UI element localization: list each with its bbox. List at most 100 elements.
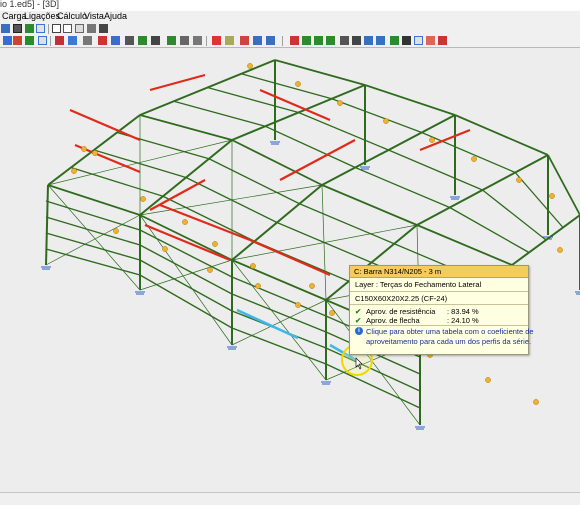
tool-24-icon[interactable] (326, 36, 335, 45)
structure-icon[interactable] (13, 24, 22, 33)
tool-9-icon[interactable] (111, 36, 120, 45)
table-icon[interactable] (75, 24, 84, 33)
tool-6-icon[interactable] (68, 36, 77, 45)
node-marker[interactable] (81, 146, 87, 152)
structure-member[interactable] (421, 131, 516, 174)
structure-member[interactable] (241, 73, 332, 100)
structure-member[interactable] (298, 111, 389, 151)
node-marker[interactable] (485, 377, 491, 383)
tool-8-icon[interactable] (98, 36, 107, 45)
grid-icon[interactable] (63, 24, 72, 33)
node-marker[interactable] (140, 196, 146, 202)
structure-member[interactable] (70, 166, 164, 197)
select-icon[interactable] (1, 24, 10, 33)
node-marker[interactable] (516, 177, 522, 183)
structure-member[interactable] (231, 299, 327, 346)
structure-member[interactable] (354, 166, 451, 209)
structure-member[interactable] (45, 200, 141, 231)
structure-member[interactable] (231, 276, 327, 317)
node-marker[interactable] (207, 267, 213, 273)
node-marker[interactable] (92, 150, 98, 156)
node-marker[interactable] (533, 399, 539, 405)
tool-5-icon[interactable] (55, 36, 64, 45)
tool-26-icon[interactable] (352, 36, 361, 45)
node-marker[interactable] (212, 241, 218, 247)
menu-ligacoes[interactable]: Ligações (24, 11, 60, 21)
structure-member[interactable] (139, 114, 233, 141)
highlighted-member[interactable] (69, 108, 141, 142)
structure-member[interactable] (162, 195, 255, 242)
tool-29-icon[interactable] (390, 36, 399, 45)
node-marker[interactable] (255, 283, 261, 289)
member-tooltip[interactable]: C: Barra N314/N205 - 3 m Layer : Terças … (349, 265, 534, 355)
structure-member[interactable] (45, 232, 141, 261)
structure-member[interactable] (45, 214, 141, 266)
node-marker[interactable] (429, 137, 435, 143)
structure-member[interactable] (547, 154, 580, 216)
node-marker[interactable] (113, 228, 119, 234)
tool-11-icon[interactable] (138, 36, 147, 45)
structure-member[interactable] (364, 84, 456, 116)
tool-10-icon[interactable] (125, 36, 134, 45)
structure-member[interactable] (45, 184, 49, 266)
tool-3-icon[interactable] (25, 36, 34, 45)
node-marker[interactable] (557, 247, 563, 253)
menu-ajuda[interactable]: Ajuda (104, 11, 127, 21)
node-marker[interactable] (309, 283, 315, 289)
structure-member[interactable] (388, 149, 483, 191)
structure-member[interactable] (45, 216, 141, 246)
tool-20-icon[interactable] (266, 36, 275, 45)
structure-member[interactable] (45, 248, 141, 276)
node-marker[interactable] (295, 81, 301, 87)
tool-1-icon[interactable] (3, 36, 12, 45)
tool-33-icon[interactable] (438, 36, 447, 45)
tool-22-icon[interactable] (302, 36, 311, 45)
tool-18-icon[interactable] (240, 36, 249, 45)
tool-15-icon[interactable] (193, 36, 202, 45)
node-marker[interactable] (329, 310, 335, 316)
tool-31-icon[interactable] (414, 36, 423, 45)
menu-vista[interactable]: Vista (84, 11, 104, 21)
highlighted-member[interactable] (149, 73, 206, 92)
tool-13-icon[interactable] (167, 36, 176, 45)
node-marker[interactable] (549, 193, 555, 199)
node-marker[interactable] (71, 168, 77, 174)
node-marker[interactable] (295, 302, 301, 308)
tool-17-icon[interactable] (225, 36, 234, 45)
highlighted-member[interactable] (419, 128, 471, 152)
structure-member[interactable] (274, 59, 366, 86)
structure-member[interactable] (208, 158, 300, 205)
node-marker[interactable] (162, 246, 168, 252)
tool-4-icon[interactable] (38, 36, 47, 45)
structure-member[interactable] (325, 363, 421, 409)
node-marker[interactable] (182, 219, 188, 225)
menu-carga[interactable]: Carga (2, 11, 27, 21)
structure-member[interactable] (139, 274, 233, 329)
node-marker[interactable] (337, 100, 343, 106)
tool-16-icon[interactable] (212, 36, 221, 45)
structure-member[interactable] (514, 172, 564, 228)
tool-27-icon[interactable] (364, 36, 373, 45)
frame-icon[interactable] (36, 24, 45, 33)
structure-member[interactable] (449, 206, 530, 254)
tool-14-icon[interactable] (180, 36, 189, 45)
tool-7-icon[interactable] (83, 36, 92, 45)
tool-12-icon[interactable] (151, 36, 160, 45)
menu-calculo[interactable]: Cálculo (57, 11, 87, 21)
node-marker[interactable] (471, 156, 477, 162)
tool-21-icon[interactable] (290, 36, 299, 45)
tool-25-icon[interactable] (340, 36, 349, 45)
tool-19-icon[interactable] (253, 36, 262, 45)
tool-32-icon[interactable] (426, 36, 435, 45)
structure-member[interactable] (47, 184, 141, 216)
tool-30-icon[interactable] (402, 36, 411, 45)
structure-member[interactable] (231, 327, 327, 365)
structure-member[interactable] (331, 98, 422, 134)
node-marker[interactable] (250, 263, 256, 269)
binoculars-icon[interactable] (99, 24, 108, 33)
structure-member[interactable] (173, 100, 266, 127)
highlighted-member[interactable] (159, 203, 251, 242)
info-text-line1[interactable]: Clique para obter uma tabela com o coefi… (366, 327, 534, 336)
structure-member[interactable] (454, 114, 549, 156)
highlighted-member[interactable] (249, 238, 331, 277)
